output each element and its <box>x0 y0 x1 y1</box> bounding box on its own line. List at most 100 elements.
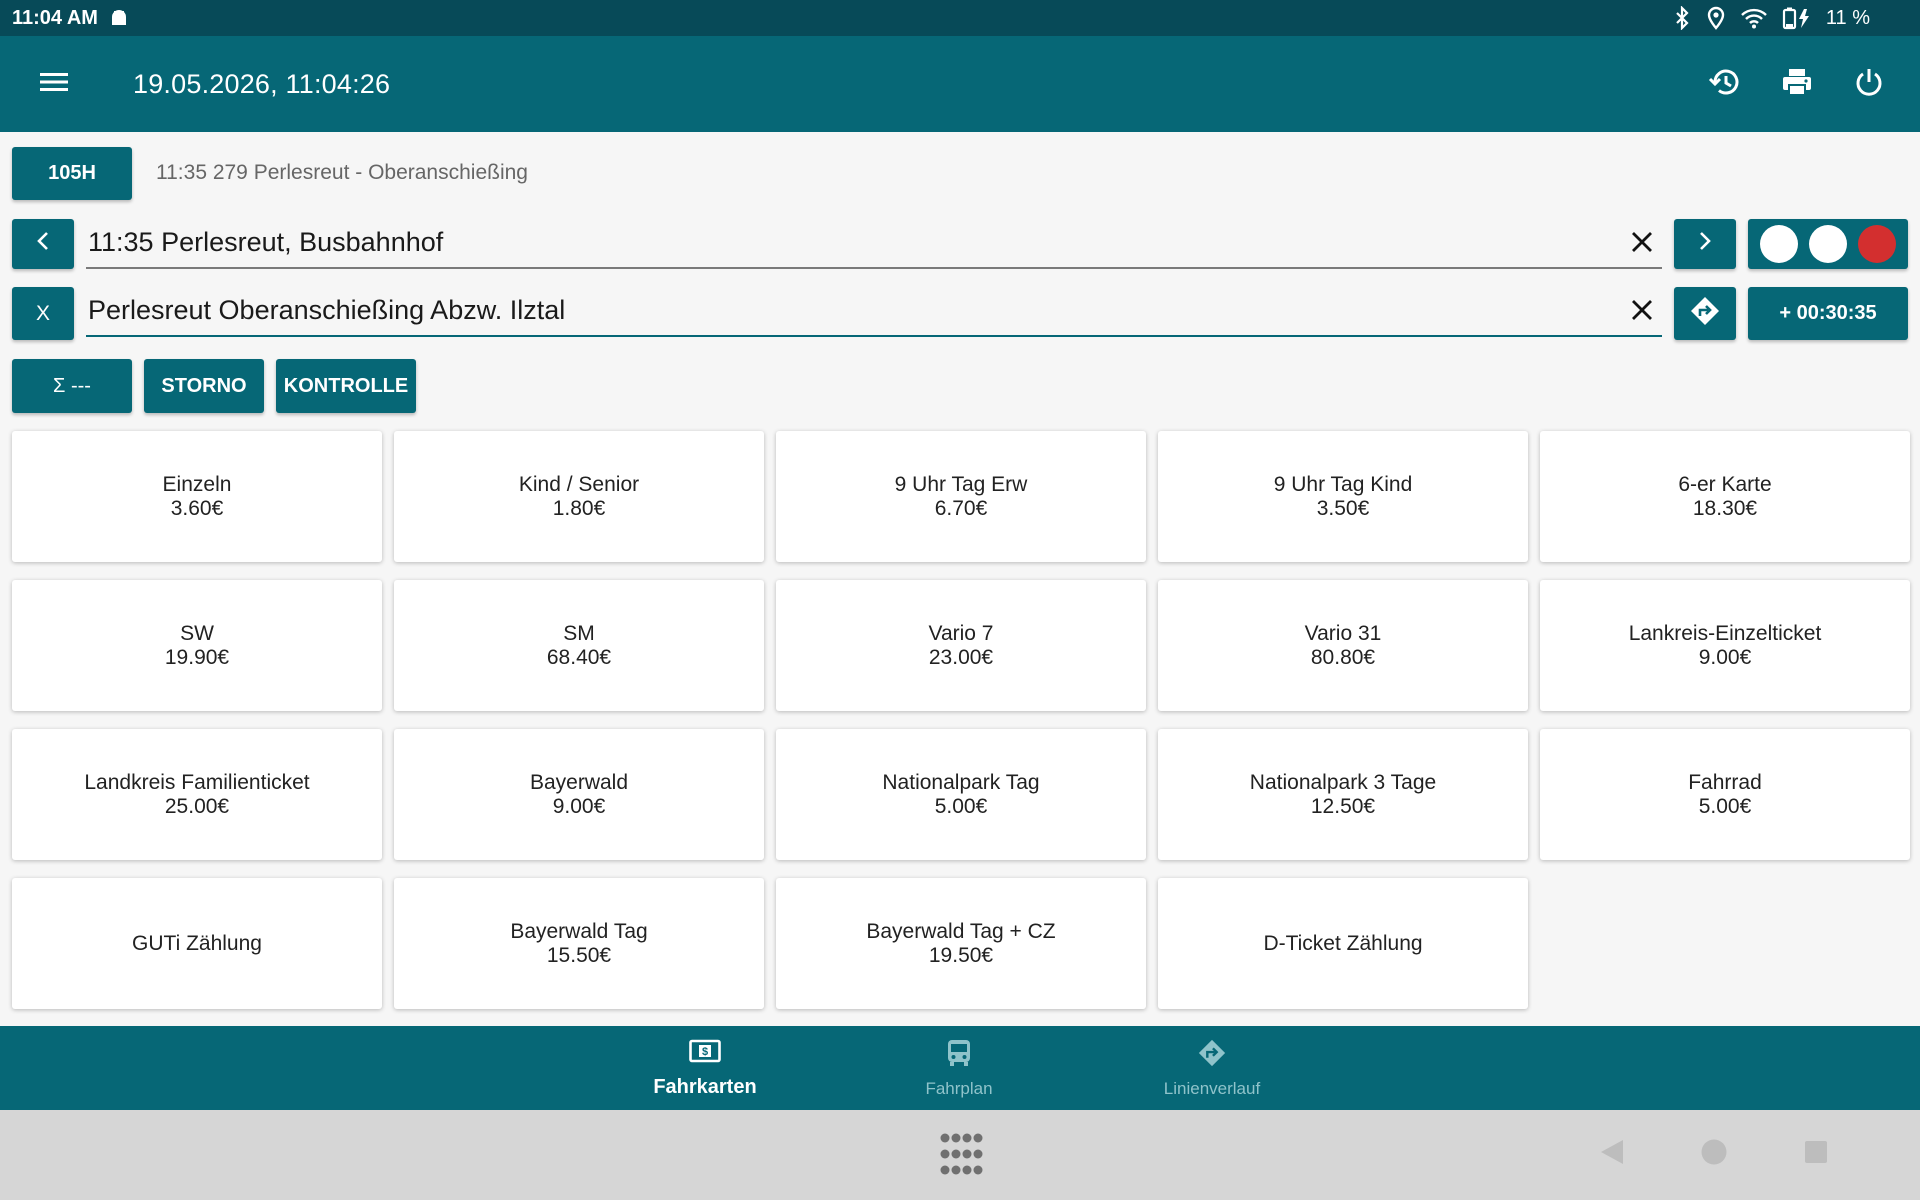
ticket-name: 9 Uhr Tag Kind <box>1273 472 1413 496</box>
from-stop-value[interactable]: 11:35 Perlesreut, Busbahnhof <box>86 227 443 258</box>
duration-button[interactable]: + 00:30:35 <box>1748 287 1908 340</box>
ticket-name: Landkreis Familienticket <box>84 770 310 794</box>
chevron-right-icon <box>1698 231 1712 257</box>
ticket-price: 5.00€ <box>1698 794 1752 818</box>
clear-to-icon[interactable] <box>1622 290 1662 330</box>
ticket-card[interactable]: Lankreis-Einzelticket 9.00€ <box>1540 580 1910 711</box>
back-button[interactable] <box>1590 1132 1634 1176</box>
power-icon <box>1852 65 1886 104</box>
to-stop-value[interactable]: Perlesreut Oberanschießing Abzw. Ilztal <box>86 295 565 326</box>
clear-from-icon[interactable] <box>1622 222 1662 262</box>
previous-stop-button[interactable] <box>12 219 74 269</box>
ticket-price: 12.50€ <box>1310 794 1376 818</box>
ticket-money-icon: $ <box>689 1038 721 1070</box>
toggle-dot-1[interactable] <box>1759 225 1798 263</box>
ticket-card[interactable]: SM 68.40€ <box>394 580 764 711</box>
ticket-price: 23.00€ <box>928 645 994 669</box>
ticket-card[interactable]: Landkreis Familienticket 25.00€ <box>12 729 382 860</box>
ticket-name: Fahrrad <box>1688 770 1762 794</box>
ticket-price: 80.80€ <box>1310 645 1376 669</box>
kontrolle-button[interactable]: KONTROLLE <box>276 359 416 413</box>
status-toggle-group <box>1748 219 1908 269</box>
back-triangle-icon <box>1599 1138 1625 1171</box>
nav-tickets[interactable]: $ Fahrkarten <box>605 1026 805 1110</box>
ticket-card[interactable]: Bayerwald Tag 15.50€ <box>394 878 764 1009</box>
nav-timetable[interactable]: Fahrplan <box>859 1026 1059 1110</box>
ticket-price: 9.00€ <box>1698 645 1752 669</box>
battery-level: 11 % <box>1825 6 1870 29</box>
storno-button[interactable]: STORNO <box>144 359 264 413</box>
print-button[interactable] <box>1770 57 1824 111</box>
battery-icon <box>1782 6 1812 30</box>
bus-icon <box>946 1038 972 1073</box>
ticket-name: Einzeln <box>162 472 232 496</box>
recents-button[interactable] <box>1794 1132 1838 1176</box>
home-button[interactable] <box>1692 1132 1736 1176</box>
wifi-icon <box>1740 7 1768 29</box>
power-button[interactable] <box>1842 57 1896 111</box>
bluetooth-icon <box>1672 6 1692 30</box>
ticket-price: 19.90€ <box>164 645 230 669</box>
location-icon <box>1706 6 1726 30</box>
ticket-card[interactable]: GUTi Zählung <box>12 878 382 1009</box>
nav-route[interactable]: Linienverlauf <box>1112 1026 1312 1110</box>
ticket-card[interactable]: 6-er Karte 18.30€ <box>1540 431 1910 562</box>
ticket-card[interactable]: Kind / Senior 1.80€ <box>394 431 764 562</box>
ticket-card[interactable]: Vario 31 80.80€ <box>1158 580 1528 711</box>
ticket-name: GUTi Zählung <box>132 931 262 955</box>
ticket-price: 1.80€ <box>552 496 606 520</box>
line-code-button[interactable]: 105H <box>12 147 132 200</box>
ticket-name: Nationalpark 3 Tage <box>1249 770 1437 794</box>
ticket-card[interactable]: 9 Uhr Tag Erw 6.70€ <box>776 431 1146 562</box>
ticket-name: 6-er Karte <box>1678 472 1772 496</box>
ticket-name: Kind / Senior <box>518 472 640 496</box>
line-info: 11:35 279 Perlesreut - Oberanschießing <box>156 161 528 184</box>
ticket-name: SW <box>180 621 214 645</box>
toggle-dot-2[interactable] <box>1808 225 1847 263</box>
ticket-name: 9 Uhr Tag Erw <box>894 472 1028 496</box>
directions-icon <box>1689 295 1721 333</box>
app-grid-icon <box>939 1132 983 1181</box>
ticket-price: 6.70€ <box>934 496 988 520</box>
ticket-name: Vario 7 <box>928 621 994 645</box>
ticket-card[interactable]: SW 19.90€ <box>12 580 382 711</box>
history-icon <box>1708 65 1742 104</box>
clear-destination-button[interactable]: X <box>12 287 74 340</box>
directions-button[interactable] <box>1674 287 1736 340</box>
status-bar: 11:04 AM 11 % <box>0 0 1920 36</box>
ticket-card[interactable]: Bayerwald 9.00€ <box>394 729 764 860</box>
ticket-card[interactable]: Nationalpark Tag 5.00€ <box>776 729 1146 860</box>
ticket-card[interactable]: Einzeln 3.60€ <box>12 431 382 562</box>
ticket-card[interactable]: Nationalpark 3 Tage 12.50€ <box>1158 729 1528 860</box>
ticket-card[interactable]: D-Ticket Zählung <box>1158 878 1528 1009</box>
chevron-left-icon <box>36 231 50 257</box>
to-stop-field[interactable]: Perlesreut Oberanschießing Abzw. Ilztal <box>86 285 1662 337</box>
ticket-price: 5.00€ <box>934 794 988 818</box>
ticket-name: Bayerwald Tag <box>510 919 648 943</box>
ticket-price: 19.50€ <box>928 943 994 967</box>
ticket-price: 25.00€ <box>164 794 230 818</box>
bottom-navigation: $ Fahrkarten Fahrplan Linienverlauf <box>0 1026 1920 1110</box>
ticket-name: Bayerwald <box>529 770 629 794</box>
ticket-card[interactable]: Bayerwald Tag + CZ 19.50€ <box>776 878 1146 1009</box>
ticket-name: D-Ticket Zählung <box>1263 931 1423 955</box>
nav-timetable-label: Fahrplan <box>925 1078 993 1098</box>
sum-button[interactable]: Σ --- <box>12 359 132 413</box>
ticket-card[interactable]: Vario 7 23.00€ <box>776 580 1146 711</box>
recents-square-icon <box>1804 1140 1828 1169</box>
ticket-name: Nationalpark Tag <box>882 770 1040 794</box>
history-button[interactable] <box>1698 57 1752 111</box>
from-stop-field[interactable]: 11:35 Perlesreut, Busbahnhof <box>86 217 1662 269</box>
ticket-card[interactable]: 9 Uhr Tag Kind 3.50€ <box>1158 431 1528 562</box>
current-datetime: 19.05.2026, 11:04:26 <box>133 68 391 99</box>
ticket-price: 9.00€ <box>552 794 606 818</box>
menu-button[interactable] <box>27 57 81 111</box>
ticket-name: SM <box>563 621 595 645</box>
printer-icon <box>1780 65 1814 104</box>
toggle-dot-red[interactable] <box>1858 225 1897 263</box>
directions-icon <box>1197 1038 1227 1073</box>
next-stop-button[interactable] <box>1674 219 1736 269</box>
app-drawer-button[interactable] <box>930 1128 992 1184</box>
ticket-grid: Einzeln 3.60€ Kind / Senior 1.80€ 9 Uhr Tag … <box>12 431 1910 1009</box>
ticket-card[interactable]: Fahrrad 5.00€ <box>1540 729 1910 860</box>
